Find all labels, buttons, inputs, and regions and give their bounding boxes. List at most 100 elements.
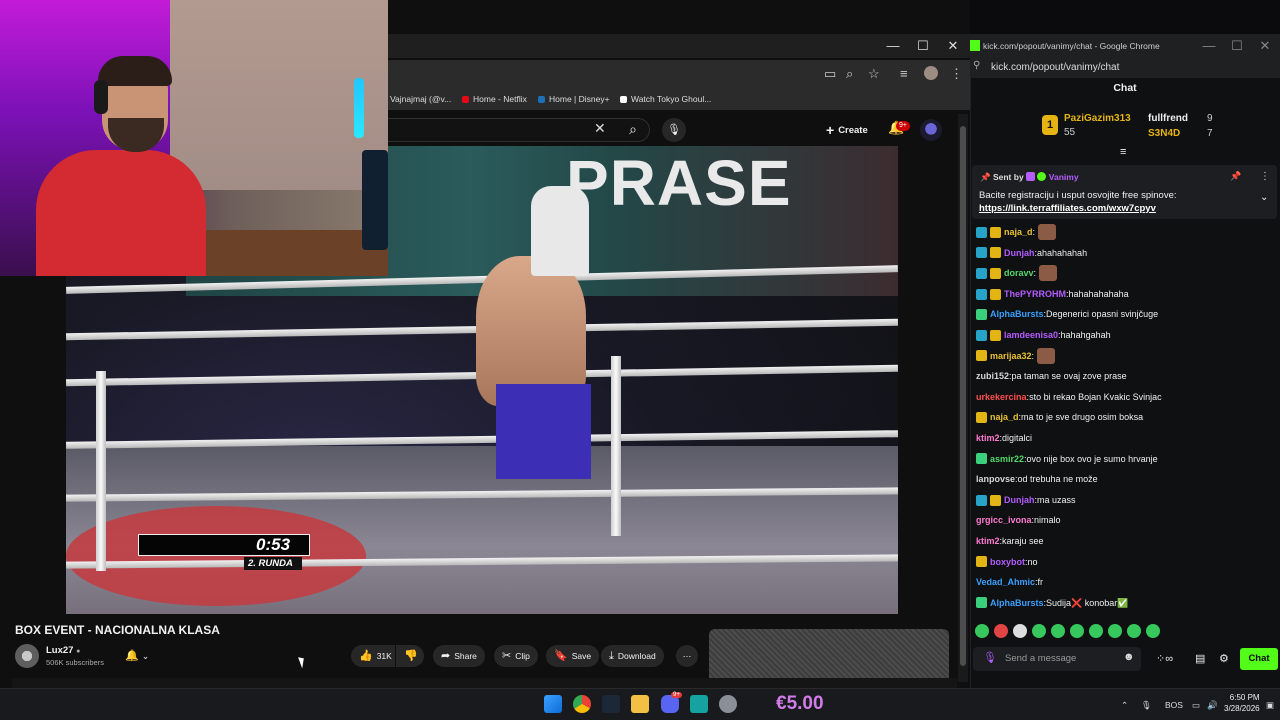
leaderboard-user[interactable]: S3N4D: [1148, 128, 1180, 139]
bookmark-item[interactable]: Home | Disney+: [538, 94, 610, 104]
search-icon[interactable]: ⌕: [618, 118, 648, 142]
chat-username[interactable]: urkekercina: [976, 387, 1027, 408]
clear-search-icon[interactable]: ✕: [594, 120, 606, 137]
chat-username[interactable]: Dunjah: [1004, 243, 1035, 264]
collapse-icon[interactable]: ≡: [1120, 146, 1126, 158]
quick-emote-icon[interactable]: [1146, 624, 1160, 638]
language-indicator[interactable]: BOS: [1165, 700, 1183, 710]
network-icon[interactable]: ▭: [1192, 700, 1200, 711]
quick-emote-icon[interactable]: [1032, 624, 1046, 638]
chat-username[interactable]: ThePYRROHM: [1004, 284, 1066, 305]
share-button[interactable]: ➦ Share: [433, 645, 485, 667]
maximize-icon[interactable]: ☐: [908, 34, 938, 58]
chat-username[interactable]: marijaa32: [990, 346, 1032, 367]
more-icon[interactable]: ⋮: [1260, 171, 1270, 182]
chat-username[interactable]: doravv: [1004, 263, 1034, 284]
quick-emote-icon[interactable]: [975, 624, 989, 638]
chat-address-bar[interactable]: ⚲ kick.com/popout/vanimy/chat: [970, 58, 1280, 78]
close-icon[interactable]: ✕: [938, 34, 968, 58]
chrome-icon[interactable]: [573, 695, 591, 713]
send-chat-button[interactable]: Chat: [1240, 648, 1278, 670]
create-button[interactable]: + Create: [826, 118, 868, 142]
dislike-button[interactable]: 👎: [396, 645, 424, 667]
like-button[interactable]: 👍 31K: [351, 645, 395, 667]
subscription-bell-button[interactable]: 🔔 ⌄: [118, 646, 162, 666]
pin-icon: 📌: [980, 172, 991, 182]
unpin-icon[interactable]: 📌: [1230, 171, 1241, 182]
video-title: BOX EVENT - NACIONALNA KLASA: [15, 623, 220, 637]
chat-username[interactable]: zubi152: [976, 366, 1009, 387]
chat-username[interactable]: lanpovse: [976, 469, 1015, 490]
pinned-sender-name[interactable]: Vanimy: [1049, 172, 1079, 182]
chat-username[interactable]: Vedad_Ahmic: [976, 572, 1035, 593]
search-input[interactable]: [388, 118, 650, 142]
chat-username[interactable]: boxybot: [990, 552, 1025, 573]
notification-center-icon[interactable]: ▣: [1266, 700, 1274, 711]
gift-icon[interactable]: ▤: [1195, 652, 1205, 665]
bookmark-item[interactable]: Watch Tokyo Ghoul...: [620, 94, 711, 104]
site-info-icon[interactable]: ⚲: [973, 60, 980, 71]
zoom-icon[interactable]: ⌕: [846, 66, 853, 82]
chat-username[interactable]: AlphaBursts: [990, 304, 1044, 325]
maximize-icon[interactable]: ☐: [1222, 34, 1252, 58]
chat-username[interactable]: asmir22: [990, 449, 1024, 470]
folder-icon[interactable]: [631, 695, 649, 713]
bookmark-item[interactable]: Home - Netflix: [462, 94, 527, 104]
quick-emote-icon[interactable]: [1108, 624, 1122, 638]
bookmark-item[interactable]: Vajnajmaj (@v...: [390, 94, 451, 104]
quick-emote-icon[interactable]: [994, 624, 1008, 638]
chat-message: lamdeenisa0: hahahgahah: [976, 325, 1272, 346]
settings-icon[interactable]: ⚙: [1219, 652, 1229, 665]
more-icon: ⋯: [682, 651, 692, 661]
quick-emote-icon[interactable]: [1089, 624, 1103, 638]
mic-tray-icon[interactable]: 🎙: [1141, 700, 1152, 711]
pinned-link[interactable]: https://link.terraffiliates.com/wxw7cpyv: [979, 203, 1156, 214]
save-button[interactable]: 🔖 Save: [546, 645, 600, 667]
media-icon[interactable]: ≡: [900, 66, 908, 81]
star-icon[interactable]: ☆: [868, 66, 880, 82]
message-input[interactable]: 🎙 Send a message ☻: [973, 647, 1141, 671]
settings-app-icon[interactable]: [719, 695, 737, 713]
profile-avatar[interactable]: [924, 66, 938, 80]
system-clock[interactable]: 6:50 PM 3/28/2026: [1224, 692, 1260, 714]
channel-avatar[interactable]: [15, 644, 39, 668]
more-actions-button[interactable]: ⋯: [676, 645, 698, 667]
related-video-thumbnail[interactable]: [709, 629, 949, 685]
chat-username[interactable]: Dunjah: [1004, 490, 1035, 511]
cast-icon[interactable]: ▭: [824, 66, 836, 82]
mic-icon[interactable]: 🎙: [983, 651, 997, 664]
scrollbar-thumb[interactable]: [960, 126, 966, 666]
download-button[interactable]: ⤓ Download: [601, 645, 664, 667]
emoji-icon[interactable]: ☻: [1123, 651, 1135, 663]
chat-username[interactable]: ktim2: [976, 428, 1000, 449]
clip-button[interactable]: ✂ Clip: [494, 645, 538, 667]
windows-start-icon[interactable]: [544, 695, 562, 713]
account-avatar[interactable]: [920, 119, 942, 141]
tray-chevron-icon[interactable]: ⌃: [1121, 700, 1128, 711]
chat-emote-icon: [1039, 265, 1058, 282]
volume-icon[interactable]: 🔊: [1207, 700, 1218, 711]
chat-username[interactable]: naja_d: [990, 407, 1019, 428]
minimize-icon[interactable]: —: [1194, 34, 1224, 58]
leaderboard-user[interactable]: PaziGazim313: [1064, 113, 1131, 124]
app-icon[interactable]: [690, 695, 708, 713]
quick-emote-icon[interactable]: [1051, 624, 1065, 638]
chat-username[interactable]: lamdeenisa0: [1004, 325, 1058, 346]
quick-emote-icon[interactable]: [1013, 624, 1027, 638]
chat-username[interactable]: AlphaBursts: [990, 593, 1044, 614]
quick-emote-icon[interactable]: [1070, 624, 1084, 638]
quick-emote-icon[interactable]: [1127, 624, 1141, 638]
chat-username[interactable]: grgicc_ivona: [976, 510, 1032, 531]
close-icon[interactable]: ✕: [1250, 34, 1280, 58]
minimize-icon[interactable]: —: [878, 34, 908, 58]
chevron-down-icon[interactable]: ⌄: [1260, 192, 1268, 203]
chat-username[interactable]: ktim2: [976, 531, 1000, 552]
menu-icon[interactable]: ⋮: [950, 66, 963, 82]
points-icon[interactable]: ⁘∞: [1156, 652, 1173, 665]
leaderboard-user[interactable]: fullfrend: [1148, 113, 1188, 124]
chat-username[interactable]: naja_d: [1004, 222, 1033, 243]
chat-text: digitalci: [1002, 432, 1033, 443]
mic-icon[interactable]: 🎙: [662, 118, 686, 142]
channel-name[interactable]: Lux27 ●: [46, 645, 80, 656]
steam-icon[interactable]: [602, 695, 620, 713]
